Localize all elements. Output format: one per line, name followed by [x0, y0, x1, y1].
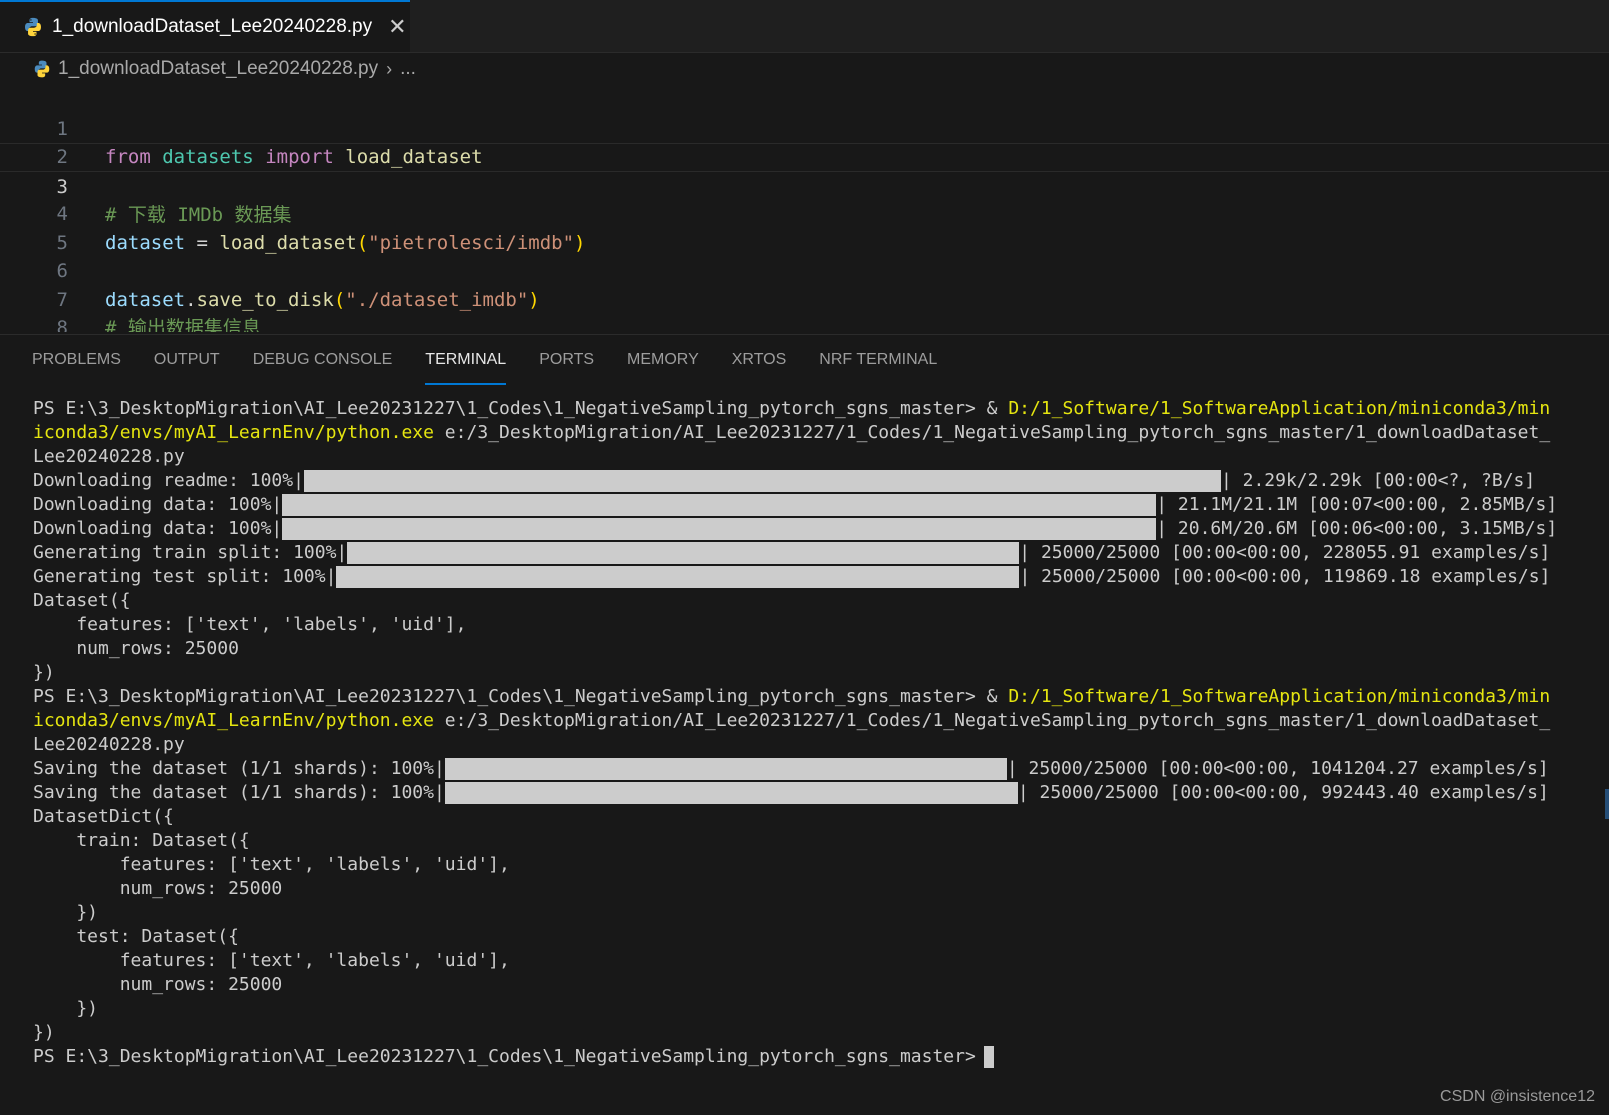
close-tab-icon[interactable]: ✕	[388, 15, 406, 40]
terminal-executable: D:/1_Software/1_SoftwareApplication/mini…	[1008, 398, 1551, 419]
progress-stats: | 25000/25000 [00:00<00:00, 992443.40 ex…	[1017, 782, 1549, 803]
tab-memory[interactable]: MEMORY	[627, 335, 699, 385]
file-tab-label: 1_downloadDataset_Lee20240228.py	[52, 16, 373, 37]
terminal-scrollbar[interactable]	[1605, 789, 1609, 819]
progress-label: Downloading data: 100%|	[33, 518, 283, 539]
code-line: 1 from datasets import load_dataset	[0, 86, 1609, 169]
progress-line: Saving the dataset (1/1 shards): 100%| | …	[33, 781, 1578, 805]
progress-stats: | 25000/25000 [00:00<00:00, 119869.18 ex…	[1019, 566, 1551, 587]
code-line: 2	[0, 115, 1609, 168]
terminal-line: Lee20240228.py	[33, 733, 1578, 757]
code-line: 5	[0, 200, 1609, 254]
editor-tab-bar: 1_downloadDataset_Lee20240228.py ✕	[0, 0, 1609, 53]
terminal-prompt: PS E:\3_DesktopMigration\AI_Lee20231227\…	[33, 1046, 976, 1067]
tab-xrtos[interactable]: XRTOS	[732, 335, 787, 385]
code-line: 7 # 输出数据集信息	[0, 257, 1609, 333]
progress-bar	[444, 782, 1018, 804]
terminal-line: features: ['text', 'labels', 'uid'],	[33, 854, 510, 875]
terminal-line: num_rows: 25000	[33, 974, 283, 995]
code-line: 6 dataset.save_to_disk("./dataset_imdb")	[0, 229, 1609, 311]
progress-label: Generating train split: 100%|	[33, 542, 348, 563]
terminal-line: })	[33, 662, 55, 683]
python-file-icon	[34, 60, 50, 78]
progress-line: Downloading data: 100%| | 20.6M/20.6M [00…	[33, 517, 1578, 541]
progress-bar	[282, 518, 1157, 540]
terminal-executable: D:/1_Software/1_SoftwareApplication/mini…	[1008, 686, 1551, 707]
terminal-line: iconda3/envs/myAI_LearnEnv/python.exe e:…	[33, 709, 1578, 733]
code-editor[interactable]: 1 from datasets import load_dataset 2 3 …	[0, 86, 1609, 332]
progress-bar	[282, 494, 1157, 516]
progress-bar	[336, 566, 1020, 588]
code-line-current: 3 # 下载 IMDb 数据集	[0, 143, 1609, 226]
progress-stats: | 21.1M/21.1M [00:07<00:00, 2.85MB/s]	[1156, 494, 1558, 515]
breadcrumb: 1_downloadDataset_Lee20240228.py › ...	[0, 52, 1609, 86]
terminal-executable: iconda3/envs/myAI_LearnEnv/python.exe	[33, 710, 434, 731]
progress-bar	[347, 542, 1020, 564]
terminal-cursor[interactable]	[983, 1046, 994, 1068]
terminal-line: features: ['text', 'labels', 'uid'],	[33, 614, 467, 635]
terminal-line: DatasetDict({	[33, 806, 174, 827]
progress-stats: | 20.6M/20.6M [00:06<00:00, 3.15MB/s]	[1156, 518, 1558, 539]
terminal-argument: e:/3_DesktopMigration/AI_Lee20231227/1_C…	[433, 422, 1551, 443]
bottom-panel: PROBLEMS OUTPUT DEBUG CONSOLE TERMINAL P…	[0, 334, 1609, 1115]
terminal-executable: iconda3/envs/myAI_LearnEnv/python.exe	[33, 422, 434, 443]
breadcrumb-more[interactable]: ...	[400, 58, 416, 80]
terminal-line: })	[33, 1022, 55, 1043]
terminal-line: features: ['text', 'labels', 'uid'],	[33, 950, 510, 971]
terminal-prompt: PS E:\3_DesktopMigration\AI_Lee20231227\…	[33, 686, 1009, 707]
progress-stats: | 25000/25000 [00:00<00:00, 228055.91 ex…	[1019, 542, 1551, 563]
terminal-output[interactable]: PS E:\3_DesktopMigration\AI_Lee20231227\…	[33, 397, 1578, 1069]
progress-line: Saving the dataset (1/1 shards): 100%| | …	[33, 757, 1578, 781]
progress-label: Saving the dataset (1/1 shards): 100%|	[33, 758, 445, 779]
progress-label: Downloading data: 100%|	[33, 494, 283, 515]
progress-stats: | 25000/25000 [00:00<00:00, 1041204.27 e…	[1006, 758, 1549, 779]
progress-line: Downloading readme: 100%| | 2.29k/2.29k […	[33, 469, 1578, 493]
code-line: 9	[0, 314, 1609, 332]
python-file-icon	[25, 17, 41, 37]
tab-nrf-terminal[interactable]: NRF TERMINAL	[819, 335, 937, 385]
terminal-prompt: PS E:\3_DesktopMigration\AI_Lee20231227\…	[33, 398, 1009, 419]
watermark: CSDN @insistence12	[1440, 1088, 1595, 1105]
terminal-line: PS E:\3_DesktopMigration\AI_Lee20231227\…	[33, 685, 1578, 709]
terminal-argument: Lee20240228.py	[33, 446, 185, 467]
code-line: 4 dataset = load_dataset("pietrolesci/im…	[0, 172, 1609, 254]
terminal-line: num_rows: 25000	[33, 638, 239, 659]
progress-label: Saving the dataset (1/1 shards): 100%|	[33, 782, 445, 803]
progress-bar	[444, 758, 1007, 780]
terminal-argument: Lee20240228.py	[33, 734, 185, 755]
tab-output[interactable]: OUTPUT	[154, 335, 220, 385]
tab-debug-console[interactable]: DEBUG CONSOLE	[253, 335, 393, 385]
terminal-line: })	[33, 902, 99, 923]
tab-terminal[interactable]: TERMINAL	[425, 335, 507, 385]
terminal-line: Dataset({	[33, 590, 131, 611]
tab-ports[interactable]: PORTS	[539, 335, 594, 385]
progress-label: Downloading readme: 100%|	[33, 470, 304, 491]
progress-bar	[303, 470, 1221, 492]
terminal-line: })	[33, 998, 99, 1019]
progress-label: Generating test split: 100%|	[33, 566, 337, 587]
progress-line: Generating train split: 100%| | 25000/250…	[33, 541, 1578, 565]
breadcrumb-file[interactable]: 1_downloadDataset_Lee20240228.py	[58, 58, 378, 80]
terminal-line: PS E:\3_DesktopMigration\AI_Lee20231227\…	[33, 397, 1578, 421]
progress-line: Generating test split: 100%| | 25000/2500…	[33, 565, 1578, 589]
terminal-argument: e:/3_DesktopMigration/AI_Lee20231227/1_C…	[433, 710, 1551, 731]
chevron-right-icon: ›	[386, 58, 393, 79]
terminal-line: PS E:\3_DesktopMigration\AI_Lee20231227\…	[33, 1045, 1578, 1069]
terminal-line: Lee20240228.py	[33, 445, 1578, 469]
code-line: 8 print(dataset)	[0, 286, 1609, 332]
file-tab[interactable]: 1_downloadDataset_Lee20240228.py ✕	[0, 0, 410, 52]
progress-line: Downloading data: 100%| | 21.1M/21.1M [00…	[33, 493, 1578, 517]
progress-stats: | 2.29k/2.29k [00:00<?, ?B/s]	[1220, 470, 1536, 491]
terminal-line: train: Dataset({	[33, 830, 250, 851]
tab-problems[interactable]: PROBLEMS	[32, 335, 121, 385]
terminal-line: num_rows: 25000	[33, 878, 283, 899]
terminal-line: test: Dataset({	[33, 926, 239, 947]
terminal-line: iconda3/envs/myAI_LearnEnv/python.exe e:…	[33, 421, 1578, 445]
panel-tab-bar: PROBLEMS OUTPUT DEBUG CONSOLE TERMINAL P…	[0, 335, 1609, 385]
